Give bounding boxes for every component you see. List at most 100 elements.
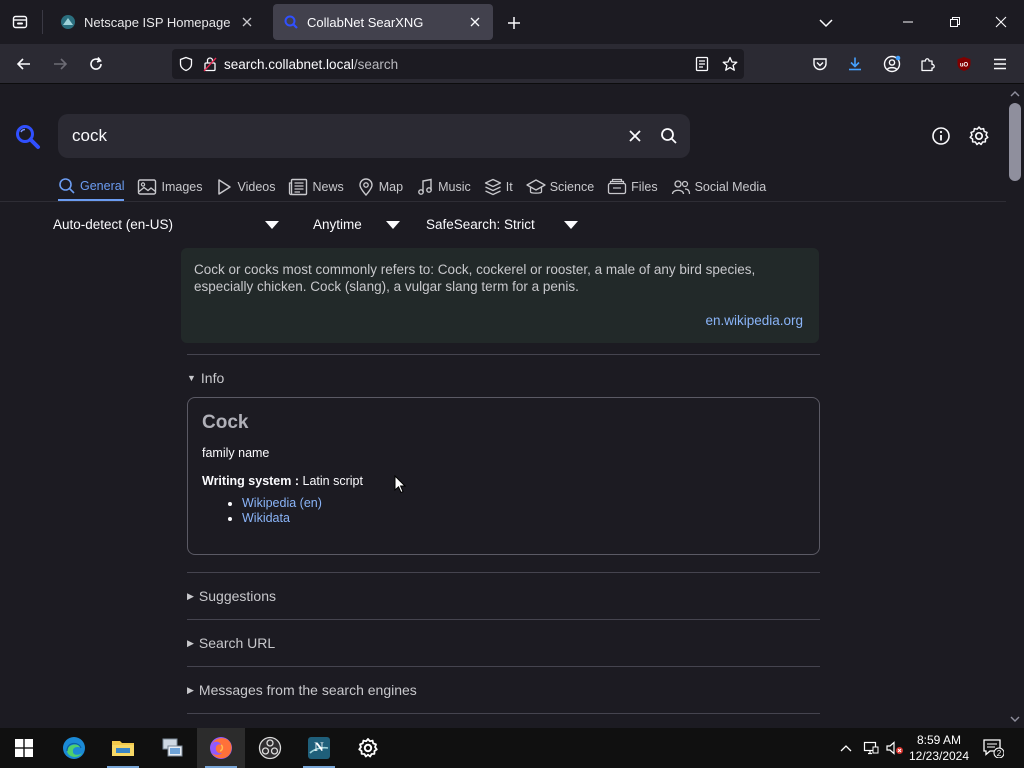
account-button[interactable] [878,50,906,78]
tab-map[interactable]: Map [357,173,403,201]
tab-files[interactable]: Files [607,173,658,201]
app-menu-button[interactable] [986,50,1014,78]
start-button[interactable] [0,728,48,768]
info-icon [932,127,950,145]
back-button[interactable] [10,50,38,78]
tab-images[interactable]: Images [137,173,202,201]
volume-muted-icon [886,741,903,755]
reader-view-icon[interactable] [688,49,716,79]
url-text[interactable]: search.collabnet.local/search [224,57,688,72]
tab-close-button[interactable] [239,14,255,30]
search-submit-button[interactable] [652,114,686,158]
search-box [58,114,690,158]
lock-icon[interactable] [200,49,220,79]
extensions-button[interactable] [914,50,942,78]
engine-messages-section-toggle[interactable]: ▶ Messages from the search engines [187,682,417,698]
search-url-section-toggle[interactable]: ▶ Search URL [187,635,275,651]
shield-icon[interactable] [172,49,200,79]
volume-tray-icon[interactable] [884,728,906,768]
info-label: Info [200,370,225,386]
tab-label: Music [438,180,471,194]
wikipedia-link[interactable]: Wikipedia (en) [242,496,322,510]
tab-social-media[interactable]: Social Media [671,173,767,201]
maximize-button[interactable] [940,8,970,36]
taskbar-netscape[interactable]: N [295,728,343,768]
section-divider [187,713,820,714]
scroll-up-icon [1010,91,1020,97]
tab-close-button[interactable] [467,14,483,30]
answer-source-link[interactable]: en.wikipedia.org [705,312,803,329]
ublock-origin-icon: uO [957,57,971,71]
taskbar-settings[interactable] [344,728,392,768]
safesearch-select[interactable]: SafeSearch: Strict [426,217,578,232]
notification-count: 2 [997,749,1002,758]
tab-netscape[interactable]: Netscape ISP Homepage [50,4,265,40]
obs-icon [258,736,282,760]
tab-news[interactable]: News [288,173,344,201]
firefox-view-button[interactable] [0,0,40,44]
page-scrollbar[interactable] [1006,85,1024,728]
triangle-right-icon: ▶ [187,684,194,695]
taskbar-network-app[interactable] [148,728,196,768]
close-icon [995,16,1007,28]
folder-icon [112,741,134,756]
taskbar-clock[interactable]: 8:59 AM 12/23/2024 [906,732,972,764]
tab-label: Videos [237,180,276,194]
minimize-button[interactable] [893,8,923,36]
tab-label: Netscape ISP Homepage [84,14,231,30]
pointer-cursor-icon [394,475,406,494]
pocket-button[interactable] [806,50,834,78]
taskbar-obs[interactable] [246,728,294,768]
new-tab-button[interactable] [503,12,525,34]
tab-label: Social Media [694,180,767,194]
address-bar[interactable]: search.collabnet.local/search [172,49,744,79]
ublock-origin-button[interactable]: uO [950,50,978,78]
download-icon [849,57,861,71]
taskbar-edge[interactable] [50,728,98,768]
list-item: Wikipedia (en) [242,496,805,511]
gear-icon [358,738,378,758]
scrollbar-thumb[interactable] [1009,103,1021,181]
image-icon [138,179,157,195]
searxng-page: General Images Videos News Map Music It [0,85,1006,728]
tab-music[interactable]: Music [416,173,471,201]
triangle-down-icon: ▼ [187,373,196,383]
url-host: search.collabnet.local [224,56,354,72]
infobox-attribute: Writing system : Latin script [202,474,805,488]
clock-date: 12/23/2024 [908,749,970,763]
tab-searxng[interactable]: CollabNet SearXNG [273,4,493,40]
preferences-button[interactable] [966,123,992,149]
reload-button[interactable] [82,50,110,78]
search-input[interactable] [58,126,618,146]
infobox: Cock family name Writing system : Latin … [187,397,820,555]
tab-videos[interactable]: Videos [215,173,275,201]
language-select[interactable]: Auto-detect (en-US) [53,217,280,232]
suggestions-section-toggle[interactable]: ▶ Suggestions [187,588,276,604]
searxng-logo[interactable] [14,123,42,151]
chevron-down-icon [819,18,833,27]
taskbar-file-explorer[interactable] [99,728,147,768]
network-icon [863,741,879,755]
caret-down-icon [563,220,578,229]
tab-science[interactable]: Science [526,173,594,201]
show-hidden-icons-button[interactable] [836,728,856,768]
clear-search-button[interactable] [618,114,652,158]
info-section-toggle[interactable]: ▼ Info [187,370,224,386]
downloads-button[interactable] [841,50,869,78]
network-tray-icon[interactable] [860,728,882,768]
list-all-tabs-button[interactable] [815,12,837,34]
forward-button[interactable] [46,50,74,78]
time-range-select[interactable]: Anytime [313,217,400,232]
notification-center-button[interactable]: 2 [978,728,1008,768]
section-label: Suggestions [198,588,276,604]
close-window-button[interactable] [986,8,1016,36]
about-button[interactable] [928,123,954,149]
tab-general[interactable]: General [58,173,125,201]
tab-it[interactable]: It [484,173,513,201]
wikidata-link[interactable]: Wikidata [242,511,290,525]
caret-down-icon [265,220,280,229]
bookmark-star-icon[interactable] [716,49,744,79]
taskbar-firefox[interactable] [197,728,245,768]
edge-icon [63,737,85,759]
searxng-favicon-icon [284,15,298,29]
